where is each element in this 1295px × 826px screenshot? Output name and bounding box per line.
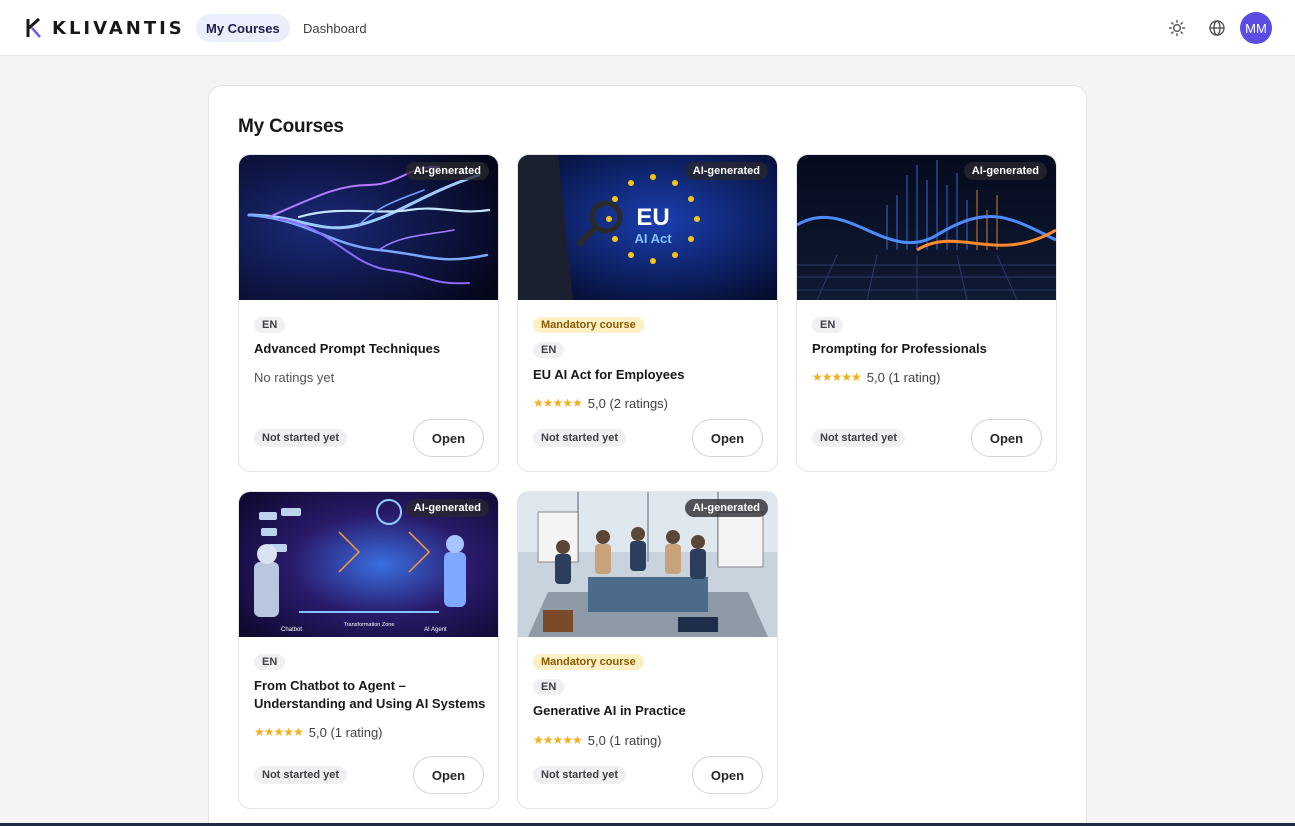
brand-name: KLIVANTIS bbox=[52, 17, 185, 39]
open-course-button[interactable]: Open bbox=[692, 756, 763, 794]
status-badge: Not started yet bbox=[812, 429, 906, 447]
star-rating-icon: ★★★★★ bbox=[812, 370, 862, 384]
status-badge: Not started yet bbox=[533, 766, 627, 784]
ai-generated-badge: AI-generated bbox=[963, 162, 1047, 180]
rating-text: 5,0 (1 rating) bbox=[587, 732, 662, 748]
chatbot-label: Chatbot bbox=[281, 627, 302, 633]
ai-act-text: AI Act bbox=[634, 231, 672, 246]
brand-logo[interactable]: KLIVANTIS bbox=[26, 17, 185, 39]
open-course-button[interactable]: Open bbox=[413, 756, 484, 794]
rating-text: 5,0 (1 rating) bbox=[866, 369, 941, 385]
language-badge: EN bbox=[254, 654, 286, 670]
theme-toggle-button[interactable] bbox=[1165, 16, 1189, 40]
course-title: Advanced Prompt Techniques bbox=[254, 341, 441, 356]
ai-generated-badge: AI-generated bbox=[684, 162, 768, 180]
language-button[interactable] bbox=[1205, 16, 1229, 40]
open-course-button[interactable]: Open bbox=[413, 419, 484, 457]
course-thumbnail: AI-generated bbox=[239, 155, 498, 300]
page-title: My Courses bbox=[238, 116, 344, 137]
rating-text: 5,0 (2 ratings) bbox=[587, 395, 668, 411]
star-rating-icon: ★★★★★ bbox=[533, 733, 583, 747]
transformation-label: Transformation Zone bbox=[344, 622, 395, 628]
status-badge: Not started yet bbox=[533, 429, 627, 447]
course-title: Generative AI in Practice bbox=[533, 703, 686, 718]
ai-agent-label: AI Agent bbox=[424, 627, 447, 633]
klivantis-logo-icon bbox=[26, 18, 41, 38]
tab-dashboard[interactable]: Dashboard bbox=[293, 14, 377, 42]
star-rating-icon: ★★★★★ bbox=[533, 396, 583, 410]
no-rating-text: No ratings yet bbox=[254, 370, 335, 385]
course-card[interactable]: AI-generated EN Advanced Prompt Techniqu… bbox=[238, 154, 499, 472]
user-avatar[interactable]: MM bbox=[1240, 12, 1272, 44]
course-thumbnail: AI-generated bbox=[518, 492, 777, 637]
course-rating: ★★★★★ 5,0 (1 rating) bbox=[254, 724, 383, 740]
course-card[interactable]: AI-generated EN Prompting for Profession… bbox=[796, 154, 1057, 472]
globe-icon bbox=[1209, 20, 1225, 36]
mandatory-badge: Mandatory course bbox=[533, 317, 644, 333]
course-thumbnail: EU AI Act AI-generated bbox=[518, 155, 777, 300]
sun-icon bbox=[1168, 19, 1186, 37]
course-card[interactable]: EU AI Act AI-generated Mandatory course … bbox=[517, 154, 778, 472]
status-badge: Not started yet bbox=[254, 766, 348, 784]
ai-generated-badge: AI-generated bbox=[405, 162, 489, 180]
course-rating: ★★★★★ 5,0 (2 ratings) bbox=[533, 395, 668, 411]
language-badge: EN bbox=[533, 342, 565, 358]
course-card[interactable]: Chatbot Transformation Zone AI Agent AI-… bbox=[238, 491, 499, 809]
ai-generated-badge: AI-generated bbox=[684, 499, 768, 517]
course-rating: ★★★★★ 5,0 (1 rating) bbox=[812, 369, 941, 385]
course-thumbnail: AI-generated bbox=[797, 155, 1056, 300]
tab-my-courses[interactable]: My Courses bbox=[196, 14, 290, 42]
ai-generated-badge: AI-generated bbox=[405, 499, 489, 517]
rating-text: 5,0 (1 rating) bbox=[308, 724, 383, 740]
language-badge: EN bbox=[533, 679, 565, 695]
course-card[interactable]: AI-generated Mandatory course EN Generat… bbox=[517, 491, 778, 809]
course-title: EU AI Act for Employees bbox=[533, 367, 685, 382]
top-navigation-bar: KLIVANTIS My Courses Dashboard MM bbox=[0, 0, 1295, 56]
open-course-button[interactable]: Open bbox=[692, 419, 763, 457]
course-thumbnail: Chatbot Transformation Zone AI Agent AI-… bbox=[239, 492, 498, 637]
mandatory-badge: Mandatory course bbox=[533, 654, 644, 670]
language-badge: EN bbox=[812, 317, 844, 333]
open-course-button[interactable]: Open bbox=[971, 419, 1042, 457]
course-rating: ★★★★★ 5,0 (1 rating) bbox=[533, 732, 662, 748]
course-title: From Chatbot to Agent – Understanding an… bbox=[254, 678, 486, 711]
language-badge: EN bbox=[254, 317, 286, 333]
course-title: Prompting for Professionals bbox=[812, 341, 987, 356]
star-rating-icon: ★★★★★ bbox=[254, 725, 304, 739]
status-badge: Not started yet bbox=[254, 429, 348, 447]
eu-text: EU bbox=[636, 204, 669, 231]
